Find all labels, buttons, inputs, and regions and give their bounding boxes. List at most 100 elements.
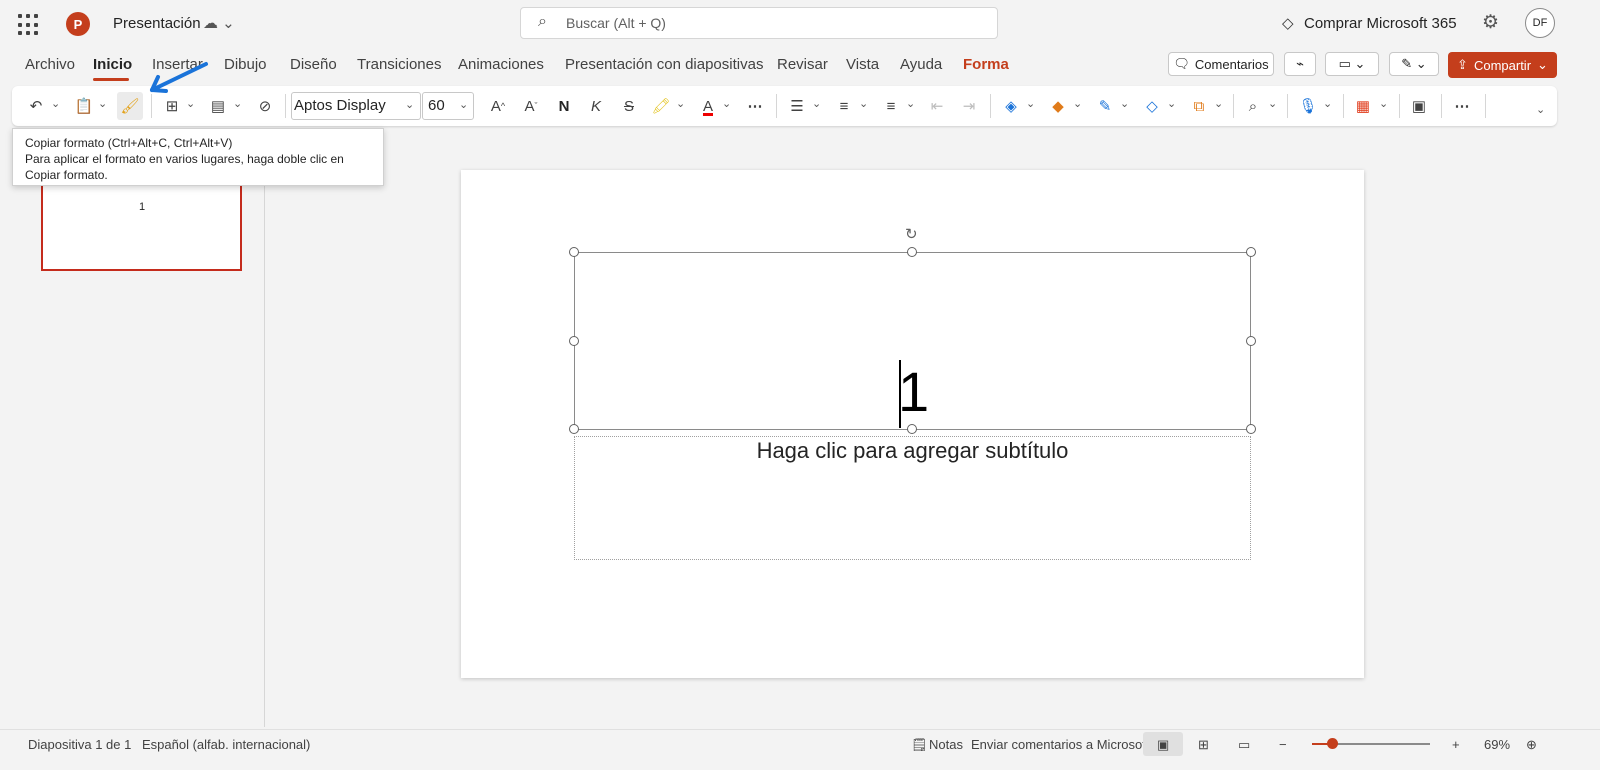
tab-ayuda[interactable]: Ayuda bbox=[900, 56, 942, 73]
more-font-options-icon[interactable]: ⋯ bbox=[744, 94, 766, 118]
language-indicator[interactable]: Español (alfab. internacional) bbox=[142, 737, 310, 752]
find-icon[interactable]: ⌕ bbox=[1242, 94, 1264, 118]
buy-microsoft-365-link[interactable]: Comprar Microsoft 365 bbox=[1304, 15, 1457, 32]
dictate-chevron-icon[interactable]: ⌄ bbox=[1323, 97, 1332, 110]
shrink-font-icon[interactable]: Aˇ bbox=[520, 94, 542, 118]
font-color-icon[interactable]: A bbox=[697, 94, 719, 118]
zoom-out-icon[interactable]: − bbox=[1279, 737, 1287, 752]
highlight-chevron-icon[interactable]: ⌄ bbox=[676, 97, 685, 110]
tooltip-title: Copiar formato (Ctrl+Alt+C, Ctrl+Alt+V) bbox=[25, 136, 233, 150]
strikethrough-button[interactable]: S bbox=[618, 94, 640, 118]
font-color-chevron-icon[interactable]: ⌄ bbox=[722, 97, 731, 110]
resize-handle-left[interactable] bbox=[569, 336, 579, 346]
diamond-icon: ◇ bbox=[1282, 15, 1294, 32]
bullets-chevron-icon[interactable]: ⌄ bbox=[812, 97, 821, 110]
tab-inicio[interactable]: Inicio bbox=[93, 56, 132, 73]
addins-icon[interactable]: ▣ bbox=[1408, 94, 1430, 118]
resize-handle-bottom[interactable] bbox=[907, 424, 917, 434]
toolbar-divider bbox=[1233, 94, 1234, 118]
designer-icon[interactable]: ▦ bbox=[1352, 94, 1374, 118]
reading-view-icon[interactable]: ▭ bbox=[1238, 737, 1250, 753]
clipboard-icon[interactable]: 📋 bbox=[73, 94, 95, 118]
settings-gear-icon[interactable]: ⚙ bbox=[1482, 11, 1499, 34]
rotate-handle-icon[interactable]: ↻ bbox=[905, 225, 918, 243]
tab-revisar[interactable]: Revisar bbox=[777, 56, 828, 73]
normal-view-icon[interactable]: ▣ bbox=[1157, 737, 1169, 753]
document-title[interactable]: Presentación bbox=[113, 15, 201, 32]
resize-handle-bottom-left[interactable] bbox=[569, 424, 579, 434]
toolbar-divider bbox=[285, 94, 286, 118]
arrange-icon[interactable]: ⧉ bbox=[1188, 94, 1210, 118]
tab-presentacion[interactable]: Presentación con diapositivas bbox=[565, 56, 763, 73]
decrease-indent-icon[interactable]: ⇤ bbox=[926, 94, 948, 118]
designer-chevron-icon[interactable]: ⌄ bbox=[1379, 97, 1388, 110]
increase-indent-icon[interactable]: ⇥ bbox=[958, 94, 980, 118]
activity-icon: ⌁ bbox=[1296, 56, 1304, 71]
shape-effects-chevron-icon[interactable]: ⌄ bbox=[1167, 97, 1176, 110]
ribbon-collapse-chevron-icon[interactable]: ⌄ bbox=[1536, 103, 1545, 116]
fit-to-window-icon[interactable]: ⊕ bbox=[1526, 737, 1537, 753]
shape-effects-icon[interactable]: ◇ bbox=[1141, 94, 1163, 118]
comments-button[interactable]: 🗨 Comentarios bbox=[1168, 52, 1274, 76]
clipboard-chevron-icon[interactable]: ⌄ bbox=[98, 97, 107, 110]
align-icon[interactable]: ≡ bbox=[880, 94, 902, 118]
shapes-icon[interactable]: ◈ bbox=[1000, 94, 1022, 118]
highlight-icon[interactable]: 🖍 bbox=[650, 94, 672, 118]
zoom-in-icon[interactable]: + bbox=[1452, 737, 1460, 752]
undo-chevron-icon[interactable]: ⌄ bbox=[51, 97, 60, 110]
tab-vista[interactable]: Vista bbox=[846, 56, 879, 73]
more-options-icon[interactable]: ⋯ bbox=[1451, 94, 1473, 118]
annotation-arrow-icon bbox=[150, 62, 208, 93]
slide-title-text[interactable]: 1 bbox=[898, 362, 929, 422]
resize-handle-bottom-right[interactable] bbox=[1246, 424, 1256, 434]
find-chevron-icon[interactable]: ⌄ bbox=[1268, 97, 1277, 110]
tab-animaciones[interactable]: Animaciones bbox=[458, 56, 544, 73]
shape-fill-chevron-icon[interactable]: ⌄ bbox=[1073, 97, 1082, 110]
toolbar-divider bbox=[1399, 94, 1400, 118]
zoom-slider-thumb[interactable] bbox=[1327, 738, 1338, 749]
feedback-link[interactable]: Enviar comentarios a Microsoft bbox=[971, 737, 1149, 752]
app-launcher-icon[interactable] bbox=[18, 14, 40, 36]
avatar[interactable]: DF bbox=[1525, 8, 1555, 38]
toolbar-divider bbox=[776, 94, 777, 118]
shapes-chevron-icon[interactable]: ⌄ bbox=[1026, 97, 1035, 110]
tab-diseno[interactable]: Diseño bbox=[290, 56, 337, 73]
tab-dibujo[interactable]: Dibujo bbox=[224, 56, 267, 73]
cloud-saved-icon[interactable]: ☁︎ ⌄ bbox=[203, 14, 235, 32]
editing-mode-button[interactable]: ✎ ⌄ bbox=[1389, 52, 1439, 76]
resize-handle-right[interactable] bbox=[1246, 336, 1256, 346]
share-button[interactable]: ⇪ Compartir ⌄ bbox=[1448, 52, 1557, 78]
slide-sorter-icon[interactable]: ⊞ bbox=[1198, 737, 1209, 753]
shape-outline-chevron-icon[interactable]: ⌄ bbox=[1120, 97, 1129, 110]
resize-handle-top[interactable] bbox=[907, 247, 917, 257]
resize-handle-top-right[interactable] bbox=[1246, 247, 1256, 257]
notes-icon[interactable]: 🗒 bbox=[911, 737, 928, 753]
font-chevron-icon: ⌄ bbox=[405, 99, 415, 111]
numbering-chevron-icon[interactable]: ⌄ bbox=[859, 97, 868, 110]
notes-button[interactable]: Notas bbox=[929, 737, 963, 752]
chevron-down-icon: ⌄ bbox=[1537, 57, 1548, 72]
catch-up-button[interactable]: ⌁ bbox=[1284, 52, 1316, 76]
slide-thumbnail[interactable] bbox=[41, 182, 242, 271]
present-button[interactable]: ▭ ⌄ bbox=[1325, 52, 1379, 76]
new-slide-chevron-icon[interactable]: ⌄ bbox=[186, 97, 195, 110]
hide-slide-icon[interactable]: ⊘ bbox=[254, 94, 276, 118]
zoom-level[interactable]: 69% bbox=[1484, 737, 1510, 752]
shape-fill-icon[interactable]: ◆ bbox=[1047, 94, 1069, 118]
bullets-icon[interactable]: ☰ bbox=[786, 94, 808, 118]
bold-button[interactable]: N bbox=[553, 94, 575, 118]
tab-archivo[interactable]: Archivo bbox=[25, 56, 75, 73]
arrange-chevron-icon[interactable]: ⌄ bbox=[1214, 97, 1223, 110]
italic-button[interactable]: K bbox=[585, 94, 607, 118]
undo-icon[interactable]: ↶ bbox=[25, 94, 47, 118]
resize-handle-top-left[interactable] bbox=[569, 247, 579, 257]
subtitle-placeholder-text[interactable]: Haga clic para agregar subtítulo bbox=[574, 438, 1251, 464]
align-chevron-icon[interactable]: ⌄ bbox=[906, 97, 915, 110]
numbering-icon[interactable]: ≡ bbox=[833, 94, 855, 118]
grow-font-icon[interactable]: A ^ bbox=[487, 94, 509, 118]
tab-transiciones[interactable]: Transiciones bbox=[357, 56, 441, 73]
layout-chevron-icon[interactable]: ⌄ bbox=[233, 97, 242, 110]
dictate-microphone-icon[interactable]: 🎙 bbox=[1297, 94, 1319, 118]
shape-outline-icon[interactable]: ✎ bbox=[1094, 94, 1116, 118]
tab-forma[interactable]: Forma bbox=[963, 56, 1009, 73]
